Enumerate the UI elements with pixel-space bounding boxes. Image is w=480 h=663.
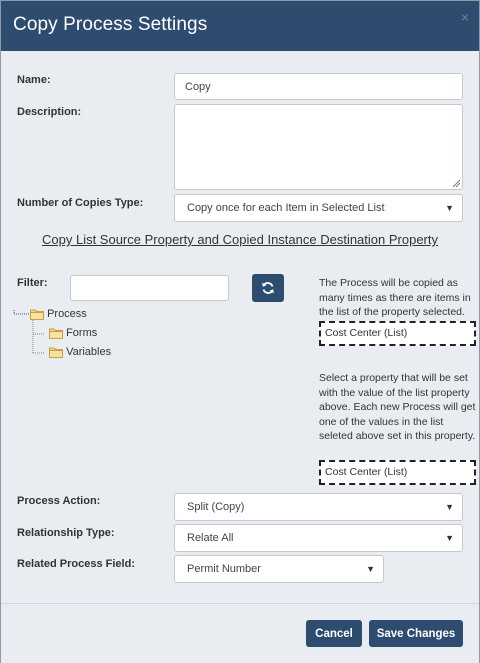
name-label: Name: [17, 74, 51, 86]
copies-type-select[interactable]: Copy once for each Item in Selected List… [174, 194, 463, 222]
tree-node-variables-label: Variables [66, 346, 112, 358]
dialog-title: Copy Process Settings [13, 14, 208, 35]
copies-type-label: Number of Copies Type: [17, 197, 144, 209]
folder-icon [49, 347, 63, 359]
process-action-select[interactable]: Split (Copy) ▼ [174, 493, 463, 521]
relationship-type-value: Relate All [187, 532, 234, 544]
cancel-button[interactable]: Cancel [306, 620, 362, 647]
copies-type-value: Copy once for each Item in Selected List [187, 202, 385, 214]
related-field-select[interactable]: Permit Number ▼ [174, 555, 384, 583]
folder-icon [30, 309, 44, 321]
chevron-down-icon: ▼ [366, 564, 375, 574]
description-label: Description: [17, 106, 82, 118]
folder-icon [49, 328, 63, 340]
source-help-text: The Process will be copied as many times… [319, 277, 471, 318]
destination-property-dropzone[interactable]: Cost Center (List) [319, 460, 476, 485]
name-input[interactable] [174, 73, 463, 100]
related-field-value: Permit Number [187, 563, 261, 575]
filter-label: Filter: [17, 277, 48, 289]
dialog-header: Copy Process Settings × [1, 1, 479, 51]
tree-node-forms[interactable]: Forms [49, 327, 98, 340]
tree-node-forms-label: Forms [66, 327, 98, 339]
section-heading: Copy List Source Property and Copied Ins… [42, 232, 438, 247]
save-changes-button[interactable]: Save Changes [369, 620, 463, 647]
refresh-button[interactable] [252, 274, 284, 302]
process-action-value: Split (Copy) [187, 501, 245, 513]
related-field-label: Related Process Field: [17, 558, 135, 570]
close-icon[interactable]: × [461, 10, 469, 24]
tree-node-process-label: Process [47, 308, 87, 320]
chevron-down-icon: ▼ [445, 203, 454, 213]
dialog-footer: Cancel Save Changes [1, 603, 479, 663]
copy-process-settings-dialog: Copy Process Settings × Name: Descriptio… [0, 0, 480, 663]
chevron-down-icon: ▼ [445, 502, 454, 512]
tree-node-process[interactable]: Process [30, 308, 87, 321]
destination-help-text: Select a property that will be set with … [319, 372, 476, 442]
relationship-type-select[interactable]: Relate All ▼ [174, 524, 463, 552]
source-property-dropzone[interactable]: Cost Center (List) [319, 321, 476, 346]
refresh-icon [262, 282, 274, 294]
resize-grip-icon[interactable] [452, 179, 460, 187]
filter-input[interactable] [70, 275, 229, 301]
chevron-down-icon: ▼ [445, 533, 454, 543]
relationship-type-label: Relationship Type: [17, 527, 115, 539]
tree-node-variables[interactable]: Variables [49, 346, 112, 359]
process-action-label: Process Action: [17, 495, 101, 507]
description-textarea[interactable] [174, 104, 463, 190]
